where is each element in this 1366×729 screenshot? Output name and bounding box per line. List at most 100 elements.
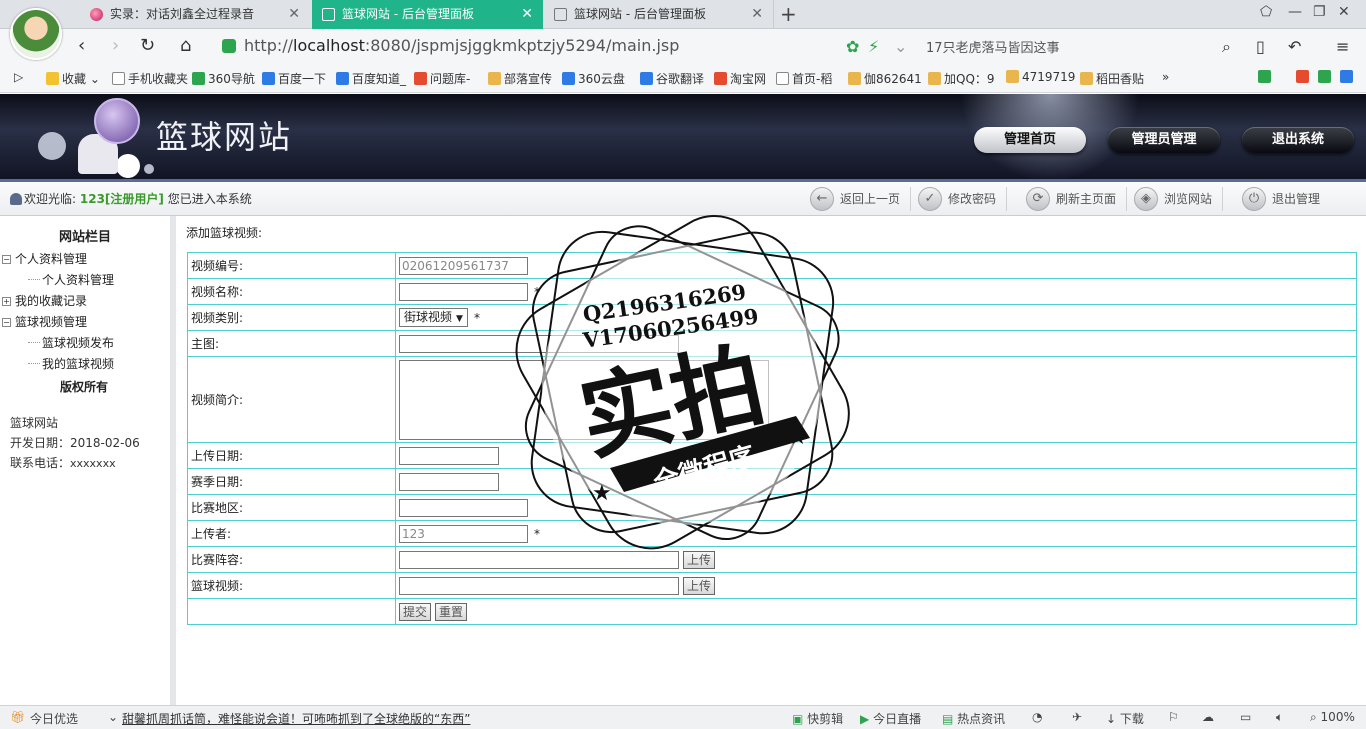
tree-node[interactable]: − 篮球视频管理 [2,313,87,330]
news-ticker[interactable]: 甜馨抓周抓话筒，难怪能说会道！可咘咘抓到了全球绝版的“东西” [122,710,470,727]
sidebar-toggle-icon[interactable]: ▷ [14,70,23,84]
translate-icon [640,72,653,85]
back-page-button[interactable]: ← 返回上一页 [808,187,912,211]
browser-tab[interactable]: 篮球网站 - 后台管理面板 ✕ [544,0,774,29]
extension-icon[interactable] [1318,70,1334,84]
browse-site-button[interactable]: ◈ 浏览网站 [1132,187,1224,211]
accelerate-icon[interactable]: ◔ [1032,710,1042,724]
new-tab-icon[interactable]: + [780,2,797,26]
url-field[interactable]: http://localhost:8080/jspmjsjggkmkptzjy5… [222,35,902,57]
tree-leaf-publish-video[interactable]: 篮球视频发布 [28,334,114,351]
tree-leaf-profile[interactable]: 个人资料管理 [28,271,114,288]
change-password-button[interactable]: ✓ 修改密码 [916,187,1008,211]
cloud-icon [562,72,575,85]
tree-node[interactable]: − 个人资料管理 [2,250,87,267]
zoom-level[interactable]: ⌕ 100% [1310,710,1355,725]
cloud-icon[interactable]: ☁ [1202,710,1214,724]
extension-icon[interactable] [1296,70,1312,84]
tab-close-icon[interactable]: ✕ [751,0,763,29]
chevron-down-icon[interactable]: ⌄ [894,37,907,56]
extension-icon[interactable] [1340,70,1356,84]
page-title: 添加篮球视频: [186,226,263,240]
speed-icon[interactable]: ✿ [846,37,859,56]
bookmark-item[interactable]: 4719719 [1006,70,1075,84]
reset-button[interactable]: 重置 [435,602,468,621]
region-input[interactable] [399,498,528,517]
restore-icon[interactable]: ❐ [1313,4,1326,20]
bookmark-item[interactable]: 首页-稻 [776,70,832,87]
video-intro-textarea[interactable] [399,359,769,440]
lightning-icon[interactable]: ⚡ [868,37,879,56]
nav-admin-home[interactable]: 管理首页 [974,127,1086,153]
bookmark-item[interactable]: 360云盘 [562,70,625,87]
collapse-icon[interactable]: − [2,318,11,327]
undo-icon[interactable]: ↶ [1288,37,1301,56]
upload-video-button[interactable]: 上传 [683,576,716,595]
chevron-down-icon[interactable]: ⌄ [108,710,118,724]
expand-icon[interactable]: + [2,297,11,306]
field-label: 上传日期: [187,442,396,469]
lineup-input[interactable] [399,550,679,569]
more-bookmarks-icon[interactable]: » [1162,70,1169,84]
upload-lineup-button[interactable]: 上传 [683,550,716,569]
search-icon[interactable]: ⌕ [1222,37,1231,57]
collapse-icon[interactable]: − [2,255,11,264]
forward-icon[interactable]: › [112,35,119,56]
bookmark-item[interactable]: 百度知道_ [336,70,406,87]
downloads[interactable]: ↓ 下载 [1106,710,1144,727]
bookmark-item[interactable]: 收藏 ⌄ [46,70,100,87]
video-type-select[interactable]: 街球视频 ▼ [399,308,468,327]
submit-button[interactable]: 提交 [399,602,432,621]
bookmark-item[interactable]: 稻田香贴 [1080,70,1144,87]
bookmark-item[interactable]: 加QQ：9 [928,70,995,87]
quick-edit[interactable]: ▣ 快剪辑 [792,710,843,727]
hot-news[interactable]: ▤ 热点资讯 [942,710,1005,727]
menu-icon[interactable]: ≡ [1336,37,1349,56]
bookmark-item[interactable]: 手机收藏夹 [112,70,188,87]
close-window-icon[interactable]: ✕ [1338,4,1350,20]
bookmark-item[interactable]: 部落宣传 [488,70,552,87]
home-icon[interactable]: ⌂ [180,35,191,56]
volume-icon[interactable]: 🔈︎ [1276,710,1283,725]
flag-icon[interactable]: ⚐ [1168,710,1179,724]
skin-icon[interactable]: ⬠ [1260,4,1272,20]
video-file-input[interactable] [399,576,679,595]
browser-tab-active[interactable]: 篮球网站 - 后台管理面板 ✕ [312,0,543,29]
tab-close-icon[interactable]: ✕ [288,0,300,29]
uploader-input[interactable]: 123 [399,524,528,543]
user-avatar[interactable] [10,8,62,60]
bookmark-item[interactable]: 谷歌翻译 [640,70,704,87]
video-id-input[interactable]: 02061209561737 [399,256,528,275]
tree-node[interactable]: + 我的收藏记录 [2,292,87,309]
tab-close-icon[interactable]: ✕ [521,0,533,29]
refresh-main-button[interactable]: ⟳ 刷新主页面 [1024,187,1128,211]
tree-leaf-my-videos[interactable]: 我的篮球视频 [28,355,114,372]
decor-bubble [38,132,66,160]
refresh-icon[interactable]: ↻ [140,35,155,56]
today-picks[interactable]: 今日优选 [30,710,78,727]
bookmark-item[interactable]: 淘宝网 [714,70,766,87]
window-icon[interactable]: ▭ [1240,710,1251,724]
folder-icon [928,72,941,85]
nav-admin-manage[interactable]: 管理员管理 [1108,127,1220,153]
bookmark-item[interactable]: 360导航 [192,70,255,87]
mobile-icon[interactable]: ▯ [1256,37,1265,56]
season-date-input[interactable] [399,472,499,491]
back-icon[interactable]: ‹ [78,35,85,56]
browser-status-bar: 🎁︎ 今日优选 ⌄ 甜馨抓周抓话筒，难怪能说会道！可咘咘抓到了全球绝版的“东西”… [0,705,1366,729]
bookmark-item[interactable]: 伽862641 [848,70,922,87]
apps-icon[interactable] [1258,70,1274,84]
nav-logout[interactable]: 退出系统 [1242,127,1354,153]
upload-date-input[interactable] [399,446,499,465]
browser-tab[interactable]: 实录：对话刘鑫全过程录音 ✕ [80,0,310,29]
minimize-icon[interactable]: — [1288,4,1302,20]
main-image-input[interactable] [399,334,679,353]
pin-icon[interactable]: ✈ [1072,710,1082,724]
bookmark-item[interactable]: 问题库- [414,70,470,87]
live-today[interactable]: ▶ 今日直播 [860,710,921,727]
exit-admin-button[interactable]: ⏻ 退出管理 [1240,187,1330,211]
search-hint[interactable]: 17只老虎落马皆因这事 [926,37,1060,56]
star-icon [46,72,59,85]
video-name-input[interactable] [399,282,528,301]
bookmark-item[interactable]: 百度一下 [262,70,326,87]
